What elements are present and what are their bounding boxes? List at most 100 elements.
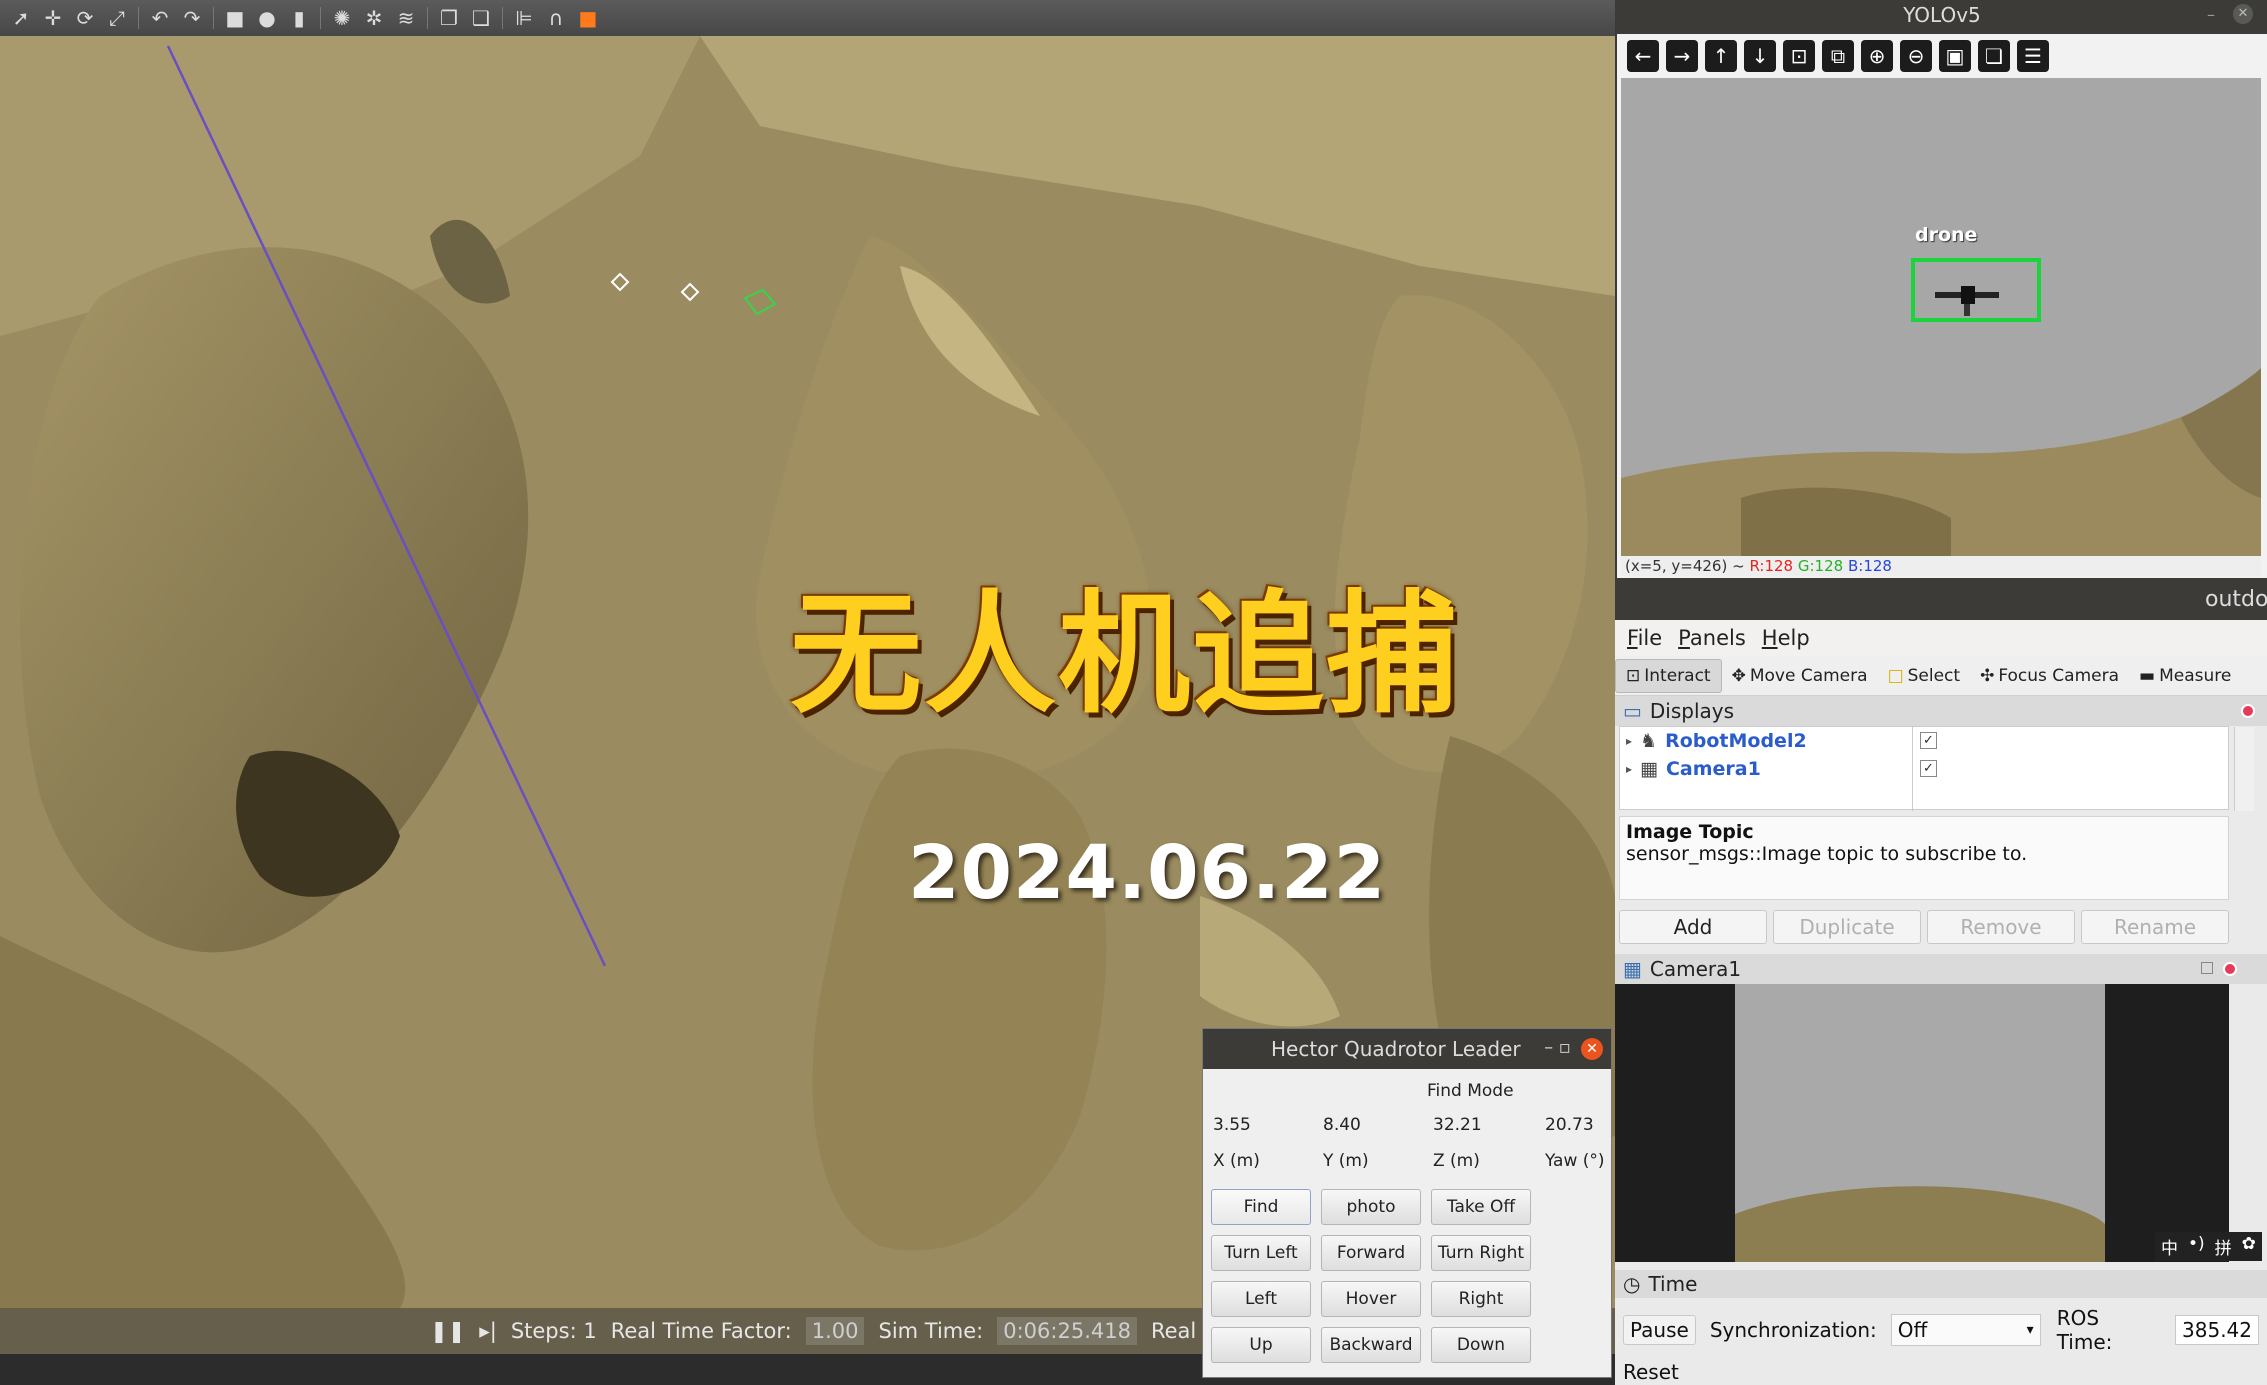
display-item-camera1[interactable]: ▸ ▦ Camera1 ✓ <box>1620 755 2228 783</box>
sync-select[interactable]: Off <box>1890 1314 2041 1346</box>
backward-button[interactable]: Backward <box>1321 1327 1421 1363</box>
yolov5-titlebar[interactable]: YOLOv5 – ✕ <box>1617 0 2267 34</box>
take-off-button[interactable]: Take Off <box>1431 1189 1531 1225</box>
displays-scrollbar[interactable] <box>2234 727 2254 811</box>
pan-down-icon[interactable]: ↓ <box>1744 40 1776 72</box>
ime-punct[interactable]: •) <box>2188 1234 2205 1259</box>
pan-left-icon[interactable]: ← <box>1627 40 1659 72</box>
pan-up-icon[interactable]: ↑ <box>1705 40 1737 72</box>
cylinder-shape-icon[interactable]: ▮ <box>288 7 310 29</box>
rotate-icon[interactable]: ⟳ <box>74 7 96 29</box>
close-panel-icon[interactable] <box>2223 962 2237 976</box>
forward-button[interactable]: Forward <box>1321 1235 1421 1271</box>
pixel-status: (x=5, y=426) ~ R:128 G:128 B:128 <box>1621 556 2261 576</box>
sim-time-label: Sim Time: <box>878 1319 984 1343</box>
down-button[interactable]: Down <box>1431 1327 1531 1363</box>
ime-pinyin[interactable]: 拼 <box>2215 1234 2232 1259</box>
close-panel-icon[interactable] <box>2241 704 2255 718</box>
duplicate-button[interactable]: Duplicate <box>1773 910 1921 944</box>
ime-chinese[interactable]: 中 <box>2161 1234 2178 1259</box>
minimize-icon[interactable]: – ▫ <box>1544 1037 1571 1058</box>
z-value: 32.21 <box>1433 1115 1482 1135</box>
hover-button[interactable]: Hover <box>1321 1281 1421 1317</box>
hector-dialog-titlebar[interactable]: Hector Quadrotor Leader – ▫ ✕ <box>1203 1029 1611 1069</box>
zoom-in-icon[interactable]: ⊕ <box>1861 40 1893 72</box>
paste-icon[interactable]: ❑ <box>470 7 492 29</box>
camera-view[interactable] <box>1615 984 2229 1262</box>
select-tool[interactable]: □ Select <box>1878 660 1971 692</box>
displays-tree: ▸ ♞ RobotModel2 ✓ ▸ ▦ Camera1 ✓ <box>1619 726 2254 811</box>
copy-icon[interactable]: ❐ <box>438 7 460 29</box>
point-light-icon[interactable]: ✺ <box>331 7 353 29</box>
time-panel-header: ◷ Time <box>1615 1270 2267 1298</box>
detection-image[interactable]: drone <box>1621 78 2261 556</box>
focus-camera-label: Focus Camera <box>1998 665 2119 686</box>
rviz-titlebar[interactable]: outdoor <box>1615 578 2267 620</box>
zoom-out-icon[interactable]: ⊖ <box>1900 40 1932 72</box>
help-text: sensor_msgs::Image topic to subscribe to… <box>1626 843 2028 865</box>
change-view-icon[interactable]: ■ <box>577 7 599 29</box>
remove-button[interactable]: Remove <box>1927 910 2075 944</box>
box-shape-icon[interactable]: ■ <box>224 7 246 29</box>
video-title-overlay: 无人机追捕 <box>790 578 1460 732</box>
move-camera-tool[interactable]: ✥ Move Camera <box>1722 660 1878 692</box>
directional-light-icon[interactable]: ≋ <box>395 7 417 29</box>
left-button[interactable]: Left <box>1211 1281 1311 1317</box>
photo-button[interactable]: photo <box>1321 1189 1421 1225</box>
menu-help[interactable]: Help <box>1762 626 1810 650</box>
measure-tool[interactable]: ▬ Measure <box>2129 660 2241 692</box>
reset-button[interactable]: Reset <box>1623 1360 2267 1384</box>
turn-left-button[interactable]: Turn Left <box>1211 1235 1311 1271</box>
camera-panel-icon: ▦ <box>1623 957 1642 981</box>
ros-time-label: ROS Time: <box>2056 1306 2113 1354</box>
measure-icon: ▬ <box>2139 665 2156 686</box>
undo-icon[interactable]: ↶ <box>149 7 171 29</box>
menu-panels[interactable]: Panels <box>1678 626 1746 650</box>
find-button[interactable]: Find <box>1211 1189 1311 1225</box>
select-arrow-icon[interactable]: ➚ <box>10 7 32 29</box>
enable-checkbox[interactable]: ✓ <box>1920 732 1937 749</box>
focus-camera-tool[interactable]: ✣ Focus Camera <box>1970 660 2129 692</box>
toolbar-divider <box>138 7 139 29</box>
up-button[interactable]: Up <box>1211 1327 1311 1363</box>
properties-icon[interactable]: ☰ <box>2017 40 2049 72</box>
pixel-coordinate: (x=5, y=426) ~ <box>1625 557 1745 575</box>
right-button[interactable]: Right <box>1431 1281 1531 1317</box>
interact-tool[interactable]: ⊡ Interact <box>1615 658 1722 693</box>
scale-icon[interactable]: ⤢ <box>106 7 128 29</box>
menu-file[interactable]: File <box>1627 626 1662 650</box>
translate-icon[interactable]: ✛ <box>42 7 64 29</box>
enable-checkbox[interactable]: ✓ <box>1920 760 1937 777</box>
expand-arrow-icon[interactable]: ▸ <box>1626 734 1632 748</box>
redo-icon[interactable]: ↷ <box>181 7 203 29</box>
step-icon[interactable]: ▸| <box>479 1319 497 1343</box>
displays-icon: ▭ <box>1623 699 1642 723</box>
snap-icon[interactable]: ∩ <box>545 7 567 29</box>
pause-button[interactable]: Pause <box>1623 1315 1696 1345</box>
time-panel-title: Time <box>1648 1272 1698 1296</box>
pause-icon[interactable]: ❚❚ <box>430 1319 465 1343</box>
real-time-factor-label: Real Time Factor: <box>610 1319 792 1343</box>
sphere-shape-icon[interactable]: ● <box>256 7 278 29</box>
zoom-fit-icon[interactable]: ⊡ <box>1783 40 1815 72</box>
toolbar-divider <box>320 7 321 29</box>
close-icon[interactable]: ✕ <box>2233 4 2253 24</box>
undock-icon[interactable] <box>2201 962 2213 974</box>
pan-right-icon[interactable]: → <box>1666 40 1698 72</box>
rename-button[interactable]: Rename <box>2081 910 2229 944</box>
save-image-icon[interactable]: ▣ <box>1939 40 1971 72</box>
property-help-box: Image Topic sensor_msgs::Image topic to … <box>1619 816 2229 900</box>
add-button[interactable]: Add <box>1619 910 1767 944</box>
display-item-robotmodel2[interactable]: ▸ ♞ RobotModel2 ✓ <box>1620 727 2228 755</box>
spot-light-icon[interactable]: ✲ <box>363 7 385 29</box>
camera-image <box>1735 984 2105 1262</box>
expand-arrow-icon[interactable]: ▸ <box>1626 762 1632 776</box>
close-icon[interactable]: ✕ <box>1581 1038 1603 1060</box>
align-icon[interactable]: ⊫ <box>513 7 535 29</box>
yolov5-title: YOLOv5 <box>1903 3 1981 27</box>
turn-right-button[interactable]: Turn Right <box>1431 1235 1531 1271</box>
copy-image-icon[interactable]: ❏ <box>1978 40 2010 72</box>
minimize-icon[interactable]: – <box>2207 0 2215 30</box>
zoom-original-icon[interactable]: ⧉ <box>1822 40 1854 72</box>
ime-settings-icon[interactable]: ✿ <box>2242 1234 2256 1259</box>
